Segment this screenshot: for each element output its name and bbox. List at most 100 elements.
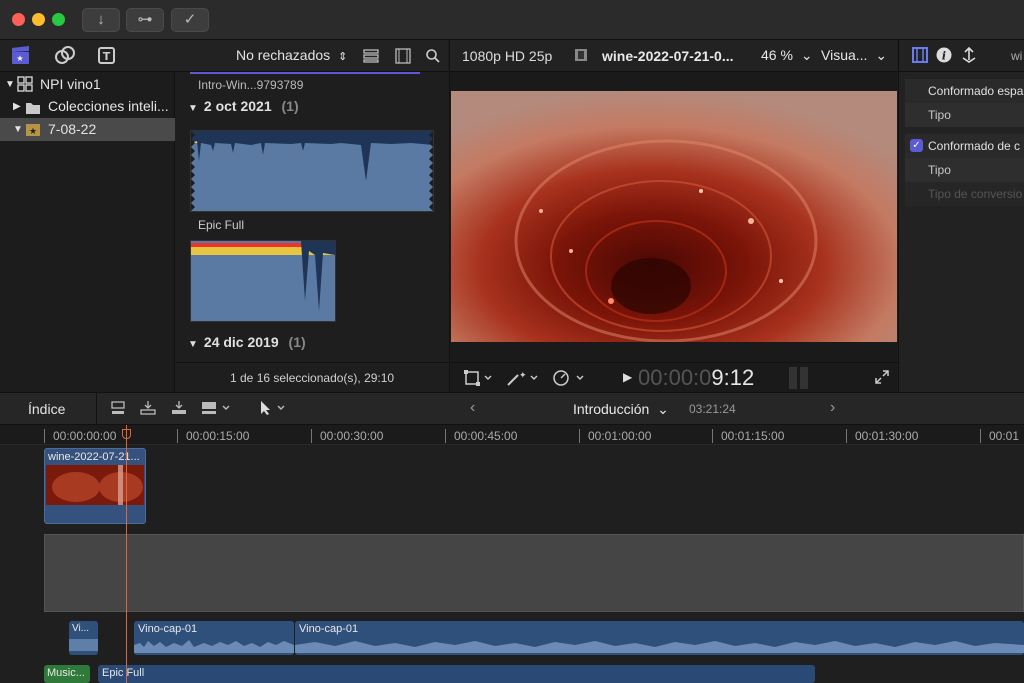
enhance-icon[interactable]: ✦ (506, 369, 540, 390)
libraries-icon[interactable]: ★ (10, 45, 32, 71)
library-toolbar: ★ T No rechazados ⇕ (0, 40, 448, 72)
keyword-button[interactable]: ⊶ (126, 8, 164, 32)
playhead-handle[interactable] (122, 429, 131, 439)
zoom-window-button[interactable] (52, 13, 65, 26)
overwrite-clip-icon[interactable] (201, 400, 233, 419)
sidebar-item-label: Colecciones inteli... (48, 98, 169, 114)
conform-checkbox[interactable]: ✓ (910, 139, 923, 152)
clip-thumbnail[interactable] (190, 130, 434, 212)
sidebar-item-library[interactable]: ▼ NPI vino1 (0, 73, 175, 96)
timecode-display[interactable]: 00:00:09:12 (638, 365, 754, 391)
minimize-window-button[interactable] (32, 13, 45, 26)
next-project-button[interactable]: › (830, 399, 835, 417)
clip-name: Vino-cap-01 (138, 623, 198, 635)
row-label: Conformado espa (928, 84, 1024, 98)
ruler-tick-label: 00:00:30:00 (311, 429, 383, 443)
inspector-row: ✓ Conformado de c (905, 134, 1024, 158)
disclosure-open-icon[interactable]: ▼ (13, 118, 23, 141)
wine-swirl-image (451, 91, 897, 342)
import-button[interactable]: ↓ (82, 8, 120, 32)
ruler-tick-label: 00:01:15:00 (712, 429, 784, 443)
clip-browser: Intro-Win...9793789 ▼ 2 oct 2021 (1) Epic… (176, 72, 448, 392)
playhead[interactable] (126, 425, 127, 683)
audio-clip[interactable]: Vino-cap-01 (295, 621, 1024, 655)
download-arrow-icon: ↓ (97, 11, 105, 28)
audio-waveform (191, 131, 433, 211)
background-tasks-button[interactable]: ✓ (171, 8, 209, 32)
inspector-panel: i wi Conformado espa Tipo ✓ Conformado d… (898, 40, 1024, 392)
timeline[interactable]: 00:00:00:00 00:00:15:00 00:00:30:00 00:0… (0, 425, 1024, 683)
inspector-row[interactable]: Tipo (905, 158, 1024, 182)
search-icon[interactable] (425, 48, 441, 67)
share-icon[interactable] (960, 46, 978, 67)
key-icon: ⊶ (137, 11, 153, 28)
checkmark-circle-icon: ✓ (183, 11, 197, 28)
audio-waveform (191, 241, 335, 321)
view-label: Visua... (821, 47, 868, 63)
gap-clip[interactable] (44, 534, 1024, 612)
photos-audio-icon[interactable] (54, 45, 76, 71)
video-preview[interactable] (451, 91, 897, 342)
selection-status: 1 de 16 seleccionado(s), 29:10 (230, 371, 395, 385)
fullscreen-icon[interactable] (874, 369, 890, 388)
filter-label: No rechazados (236, 47, 331, 63)
select-tool-icon[interactable] (258, 400, 290, 419)
clip-name: Epic Full (102, 667, 145, 679)
video-clip[interactable]: wine-2022-07-21... (44, 448, 146, 524)
info-icon[interactable]: i (936, 47, 952, 66)
project-dropdown[interactable]: Introducción ⌄ (573, 401, 669, 418)
chevron-down-icon: ⌄ (657, 401, 669, 417)
connect-clip-icon[interactable] (110, 400, 126, 419)
ruler-tick-label: 00:00:15:00 (177, 429, 249, 443)
play-icon[interactable]: ▶ (623, 370, 632, 384)
date-group-label: 2 oct 2021 (203, 98, 272, 114)
timeline-ruler[interactable]: 00:00:00:00 00:00:15:00 00:00:30:00 00:0… (0, 425, 1024, 445)
retime-icon[interactable] (552, 369, 586, 390)
row-label: Tipo (928, 163, 951, 177)
music-clip[interactable]: Epic Full (98, 665, 815, 683)
list-view-icon[interactable] (363, 48, 379, 67)
inspector-row[interactable]: Tipo (905, 103, 1024, 127)
timeline-toolbar: Índice ‹ Introducción ⌄ 03:21:24 › (0, 392, 1024, 425)
audio-waveform (69, 639, 98, 651)
clip-thumbnail[interactable] (190, 240, 336, 322)
date-group-header[interactable]: ▼ 2 oct 2021 (1) (188, 98, 299, 114)
titles-generators-icon[interactable]: T (96, 45, 118, 71)
divider (96, 393, 97, 424)
append-clip-icon[interactable] (171, 400, 187, 419)
zoom-dropdown[interactable]: 46 % ⌄ (761, 47, 813, 64)
filter-dropdown[interactable]: No rechazados ⇕ (236, 47, 347, 63)
sidebar-item-event[interactable]: ▼ ★ 7-08-22 (0, 118, 175, 141)
disclosure-closed-icon[interactable]: ▶ (13, 95, 21, 118)
music-clip[interactable]: Music... (44, 665, 90, 683)
view-options-dropdown[interactable]: Visua... ⌄ (821, 47, 887, 64)
disclosure-open-icon: ▼ (188, 339, 198, 350)
index-button[interactable]: Índice (28, 401, 65, 417)
row-label: Tipo de conversio (928, 187, 1023, 201)
row-label: Tipo (928, 108, 951, 122)
filmstrip-icon (574, 48, 588, 65)
sidebar-item-label: 7-08-22 (48, 121, 97, 137)
ruler-tick-label: 00:01:30:00 (846, 429, 918, 443)
video-inspector-icon[interactable] (912, 47, 928, 66)
audio-clip[interactable]: Vino-cap-01 (134, 621, 294, 655)
audio-clip[interactable]: Vi... (69, 621, 98, 655)
audio-meter-right (800, 367, 808, 389)
ruler-tick-label: 00:00:00:00 (44, 429, 116, 443)
sidebar-item-smart-collections[interactable]: ▶ Colecciones inteli... (0, 95, 175, 118)
format-label: 1080p HD 25p (462, 48, 553, 64)
svg-text:T: T (103, 50, 111, 63)
date-group-header[interactable]: ▼ 24 dic 2019 (1) (188, 334, 306, 350)
disclosure-open-icon[interactable]: ▼ (5, 73, 15, 96)
previous-project-button[interactable]: ‹ (470, 399, 475, 417)
timecode-dim: 00:00:0 (638, 365, 712, 390)
title-bar: ↓ ⊶ ✓ (0, 0, 1024, 40)
filmstrip-icon[interactable] (395, 48, 411, 67)
close-window-button[interactable] (12, 13, 25, 26)
clip-name: Vino-cap-01 (299, 623, 359, 635)
insert-clip-icon[interactable] (140, 400, 156, 419)
transform-icon[interactable] (464, 369, 494, 390)
ruler-tick-label: 00:00:45:00 (445, 429, 517, 443)
zoom-value: 46 % (761, 47, 793, 63)
svg-text:★: ★ (16, 54, 23, 63)
